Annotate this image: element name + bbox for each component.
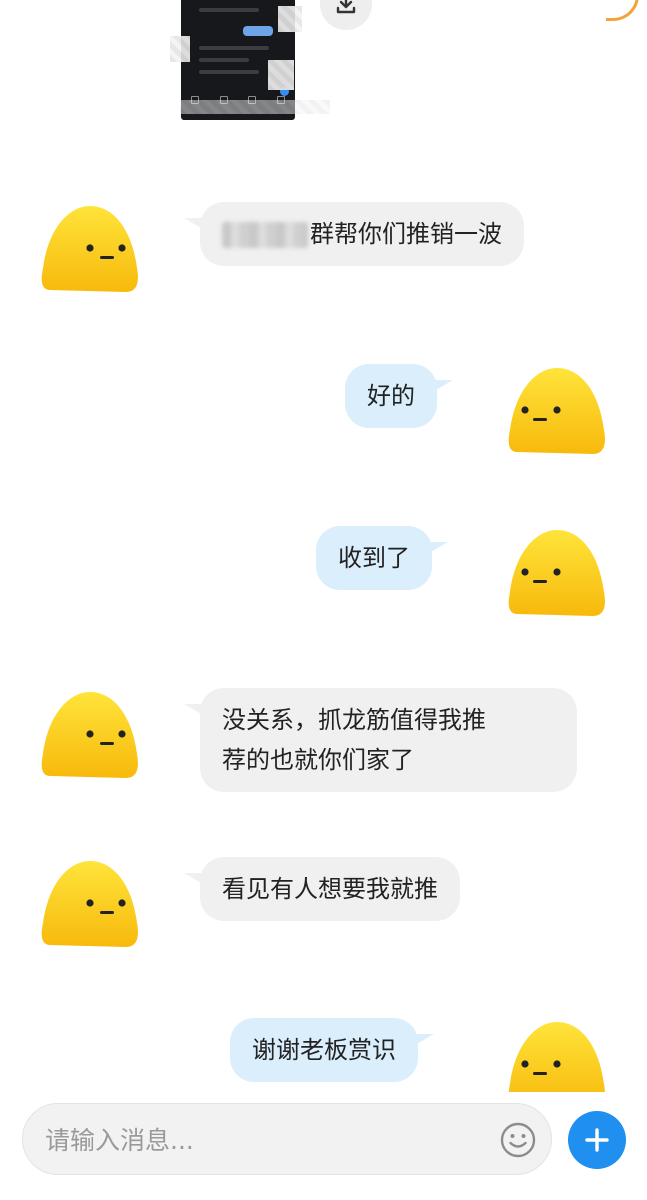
message-bubble-outgoing[interactable]: 收到了 <box>316 526 448 590</box>
redacted-text <box>222 222 308 248</box>
message-input-wrapper[interactable] <box>22 1103 552 1175</box>
message-text: 谢谢老板赏识 <box>252 1036 396 1064</box>
plus-icon <box>585 1128 609 1152</box>
message-text: 看见有人想要我就推 <box>222 875 438 903</box>
message-bubble-outgoing[interactable]: 好的 <box>345 364 453 428</box>
yellow-blob-avatar-icon <box>508 368 605 454</box>
message-text: 好的 <box>367 382 415 410</box>
message-bubble-incoming[interactable]: 群帮你们推销一波 <box>184 202 524 266</box>
my-avatar[interactable] <box>507 364 607 458</box>
download-button[interactable] <box>320 0 372 30</box>
message-input-bar <box>0 1092 647 1200</box>
add-button[interactable] <box>568 1111 626 1169</box>
message-input[interactable] <box>43 1118 487 1162</box>
contact-avatar[interactable] <box>40 857 140 951</box>
contact-avatar[interactable] <box>40 202 140 296</box>
contact-avatar[interactable] <box>40 688 140 782</box>
message-bubble-outgoing[interactable]: 谢谢老板赏识 <box>230 1018 434 1082</box>
yellow-blob-avatar-icon <box>41 861 138 947</box>
message-text: 群帮你们推销一波 <box>310 220 502 248</box>
decorative-curve <box>606 0 639 21</box>
message-text-line: 没关系，抓龙筋值得我推 <box>222 706 486 734</box>
message-text-line: 荐的也就你们家了 <box>222 746 414 774</box>
message-bubble-incoming[interactable]: 看见有人想要我就推 <box>184 857 460 921</box>
yellow-blob-avatar-icon <box>508 530 605 616</box>
message-text: 收到了 <box>338 544 410 572</box>
yellow-blob-avatar-icon <box>508 1022 605 1092</box>
chat-area[interactable]: 群帮你们推销一波 好的 收到了 没关系，抓龙筋值得我推 荐的也就你们家了 看见有… <box>0 0 647 1092</box>
yellow-blob-avatar-icon <box>41 206 138 292</box>
my-avatar[interactable] <box>507 526 607 620</box>
my-avatar[interactable] <box>507 1018 607 1092</box>
download-icon <box>336 0 356 14</box>
smiley-icon[interactable] <box>499 1121 537 1159</box>
message-bubble-incoming[interactable]: 没关系，抓龙筋值得我推 荐的也就你们家了 <box>184 688 577 792</box>
yellow-blob-avatar-icon <box>41 692 138 778</box>
